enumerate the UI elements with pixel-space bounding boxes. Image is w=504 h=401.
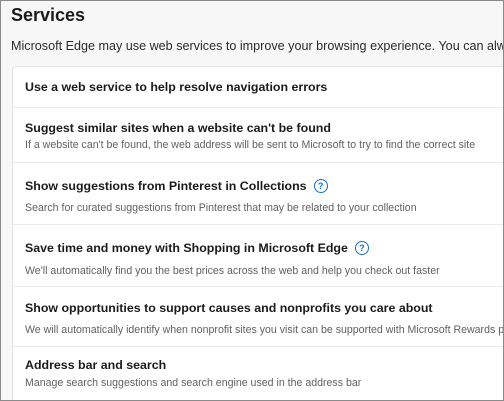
- setting-row-nonprofits[interactable]: Show opportunities to support causes and…: [13, 286, 504, 347]
- setting-row-address-bar[interactable]: Address bar and search Manage search sug…: [13, 346, 503, 400]
- setting-row-pinterest[interactable]: Show suggestions from Pinterest in Colle…: [13, 162, 503, 225]
- page-title: Services: [11, 5, 86, 25]
- setting-subtitle: Search for curated suggestions from Pint…: [25, 202, 417, 214]
- setting-title: Save time and money with Shopping in Mic…: [25, 241, 369, 255]
- setting-subtitle: If a website can't be found, the web add…: [25, 139, 476, 151]
- setting-subtitle: We will automatically identify when nonp…: [25, 324, 504, 336]
- setting-title-text: Show suggestions from Pinterest in Colle…: [25, 179, 307, 193]
- setting-title: Show opportunities to support causes and…: [25, 301, 433, 315]
- setting-subtitle: Manage search suggestions and search eng…: [25, 377, 362, 389]
- question-circle-icon[interactable]: ?: [313, 179, 328, 193]
- settings-window: Services Microsoft Edge may use web serv…: [0, 0, 504, 401]
- setting-title: Show suggestions from Pinterest in Colle…: [25, 179, 328, 193]
- question-circle-icon[interactable]: ?: [354, 241, 369, 255]
- services-card: Use a web service to help resolve naviga…: [12, 66, 504, 400]
- setting-title-text: Save time and money with Shopping in Mic…: [25, 241, 348, 255]
- setting-row-navigation-errors[interactable]: Use a web service to help resolve naviga…: [13, 67, 503, 108]
- setting-title: Use a web service to help resolve naviga…: [25, 80, 328, 94]
- setting-row-shopping[interactable]: Save time and money with Shopping in Mic…: [13, 224, 503, 287]
- setting-subtitle: We'll automatically find you the best pr…: [25, 265, 440, 277]
- setting-title: Suggest similar sites when a website can…: [25, 121, 331, 135]
- setting-row-similar-sites[interactable]: Suggest similar sites when a website can…: [13, 107, 503, 163]
- setting-title: Address bar and search: [25, 358, 167, 372]
- page-description: Microsoft Edge may use web services to i…: [11, 39, 503, 53]
